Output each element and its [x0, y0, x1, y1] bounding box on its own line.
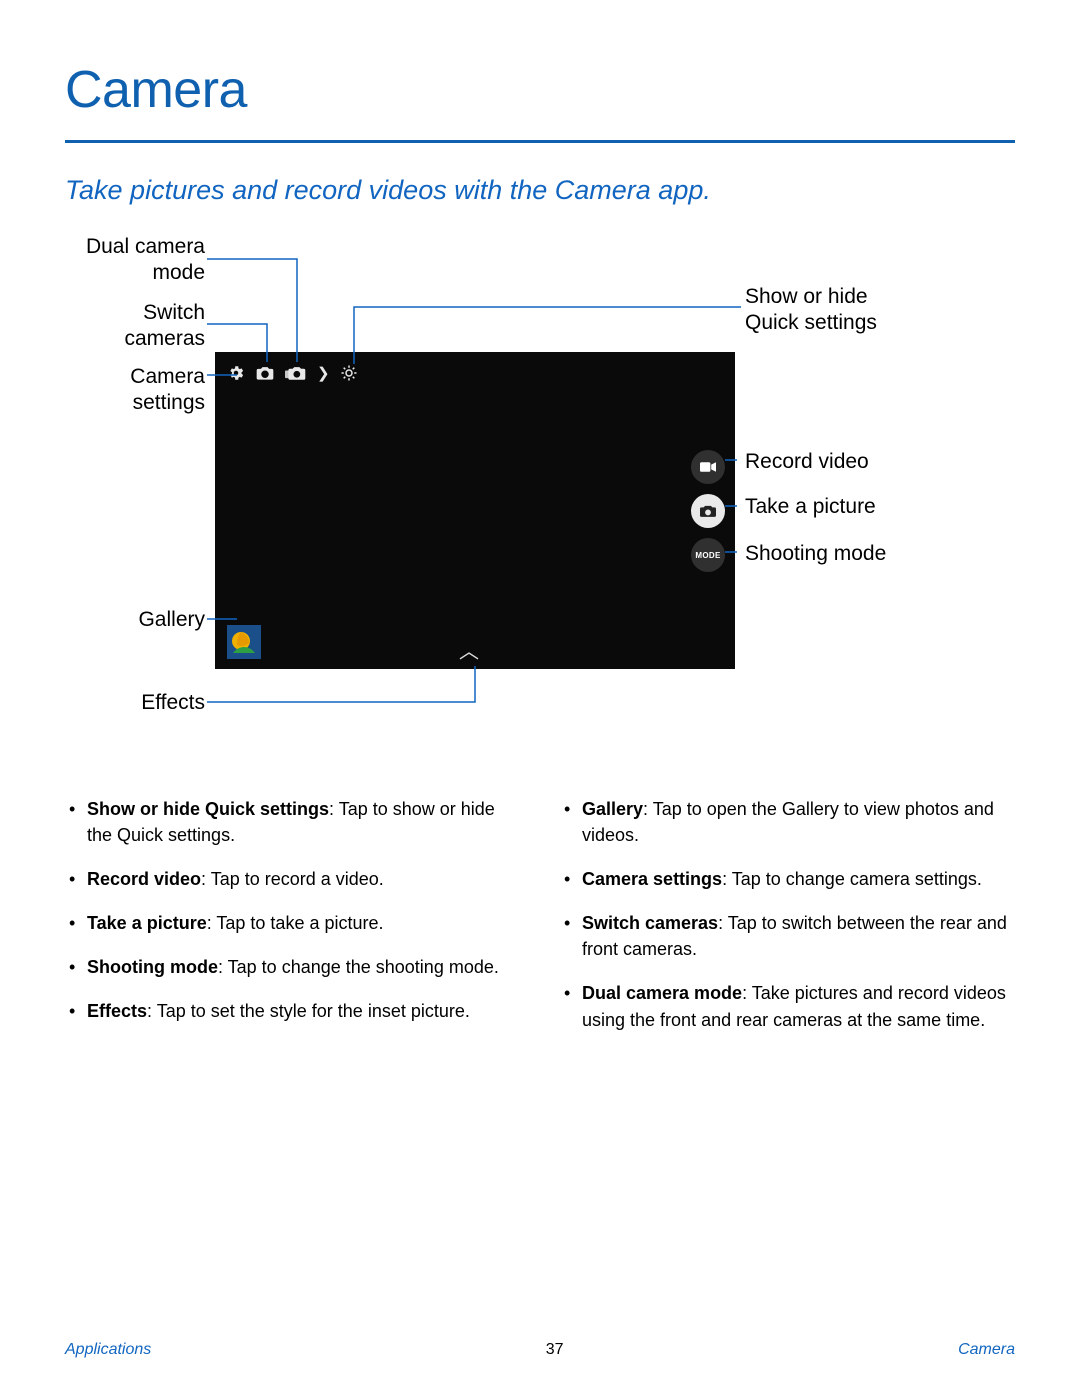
bullet-item: Show or hide Quick settings: Tap to show… — [65, 796, 520, 848]
callout-shooting-mode: Shooting mode — [745, 541, 886, 567]
bullets-right-column: Gallery: Tap to open the Gallery to view… — [560, 796, 1015, 1051]
shutter-button[interactable] — [691, 494, 725, 528]
gallery-thumbnail[interactable] — [227, 625, 261, 659]
bullets-left-column: Show or hide Quick settings: Tap to show… — [65, 796, 520, 1051]
bullet-item: Camera settings: Tap to change camera se… — [560, 866, 1015, 892]
bullet-item: Gallery: Tap to open the Gallery to view… — [560, 796, 1015, 848]
page-footer: Applications 37 Camera — [0, 1341, 1080, 1359]
camera-topbar: ❯ — [215, 354, 358, 392]
caret-up-icon[interactable]: ︿ — [459, 635, 479, 664]
feature-descriptions: Show or hide Quick settings: Tap to show… — [65, 796, 1015, 1051]
mode-button[interactable]: MODE — [691, 538, 725, 572]
footer-left: Applications — [65, 1341, 151, 1359]
callout-dual-camera: Dual cameramode — [65, 234, 205, 287]
brightness-icon[interactable] — [340, 364, 358, 382]
bullet-item: Dual camera mode: Take pictures and reco… — [560, 980, 1015, 1032]
dual-camera-icon[interactable] — [285, 364, 307, 382]
camera-screenshot: ❯ MODE ︿ — [215, 352, 735, 669]
bullet-item: Switch cameras: Tap to switch between th… — [560, 910, 1015, 962]
callout-record-video: Record video — [745, 449, 869, 475]
callout-gallery: Gallery — [65, 607, 205, 633]
footer-right: Camera — [958, 1341, 1015, 1359]
camera-diagram: Dual cameramode Switchcameras Camerasett… — [65, 234, 1015, 754]
bullet-item: Effects: Tap to set the style for the in… — [65, 998, 520, 1024]
title-rule — [65, 140, 1015, 143]
callout-take-picture: Take a picture — [745, 494, 876, 520]
callout-camera-settings: Camerasettings — [65, 364, 205, 417]
record-button[interactable] — [691, 450, 725, 484]
page-title: Camera — [65, 60, 1015, 120]
bullet-item: Take a picture: Tap to take a picture. — [65, 910, 520, 936]
callout-effects: Effects — [65, 690, 205, 716]
callout-switch-cameras: Switchcameras — [65, 300, 205, 353]
switch-camera-icon[interactable] — [255, 364, 275, 382]
bullet-item: Shooting mode: Tap to change the shootin… — [65, 954, 520, 980]
gear-icon[interactable] — [227, 364, 245, 382]
callout-quick-settings: Show or hideQuick settings — [745, 284, 877, 337]
page-subtitle: Take pictures and record videos with the… — [65, 175, 1015, 206]
footer-page: 37 — [546, 1341, 564, 1359]
chevron-right-icon[interactable]: ❯ — [317, 364, 330, 382]
bullet-item: Record video: Tap to record a video. — [65, 866, 520, 892]
